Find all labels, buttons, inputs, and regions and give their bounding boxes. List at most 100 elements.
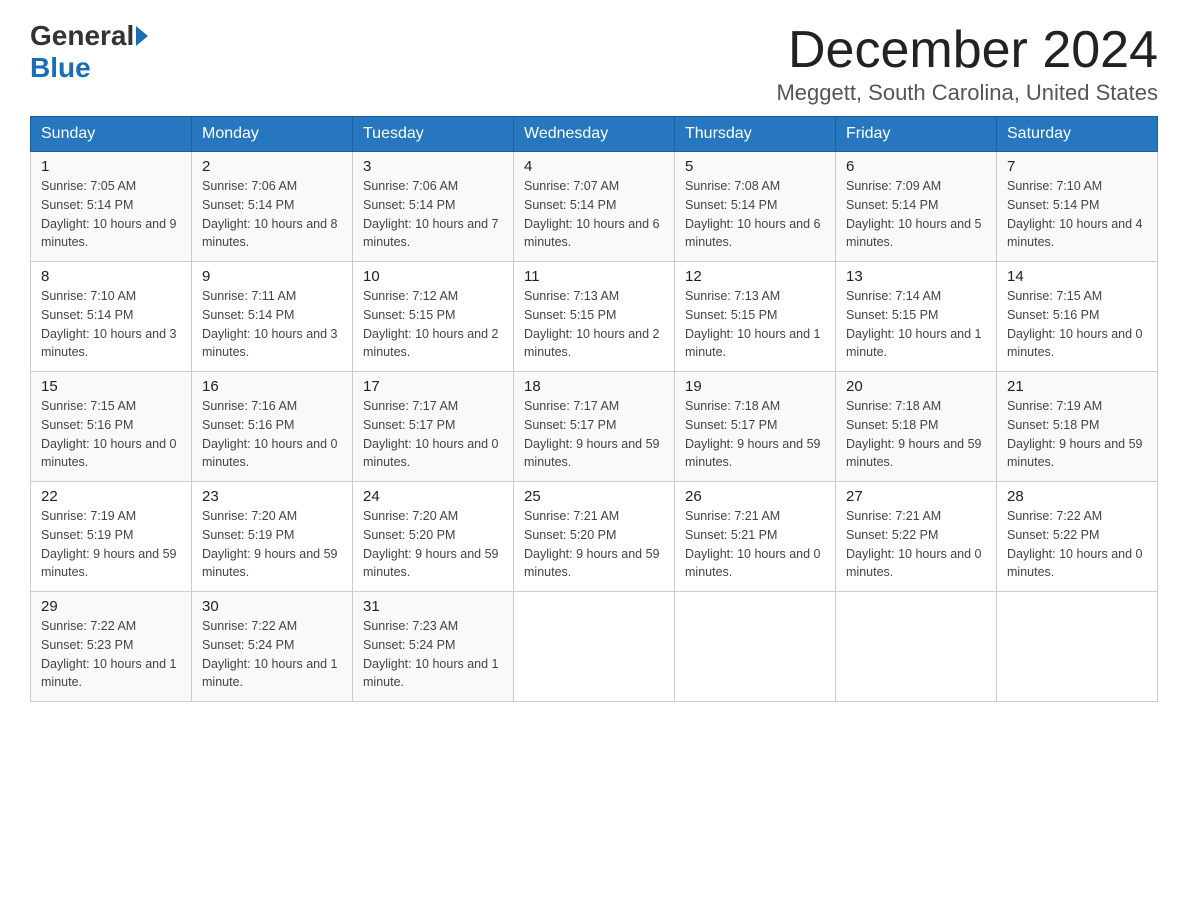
- calendar-cell: 18 Sunrise: 7:17 AMSunset: 5:17 PMDaylig…: [514, 372, 675, 482]
- day-info: Sunrise: 7:19 AMSunset: 5:18 PMDaylight:…: [1007, 399, 1143, 469]
- calendar-cell: 15 Sunrise: 7:15 AMSunset: 5:16 PMDaylig…: [31, 372, 192, 482]
- day-info: Sunrise: 7:19 AMSunset: 5:19 PMDaylight:…: [41, 509, 177, 579]
- day-number: 9: [202, 268, 342, 285]
- calendar-cell: 16 Sunrise: 7:16 AMSunset: 5:16 PMDaylig…: [192, 372, 353, 482]
- day-number: 10: [363, 268, 503, 285]
- calendar-cell: 6 Sunrise: 7:09 AMSunset: 5:14 PMDayligh…: [836, 152, 997, 262]
- day-info: Sunrise: 7:15 AMSunset: 5:16 PMDaylight:…: [1007, 289, 1143, 359]
- day-number: 23: [202, 488, 342, 505]
- day-info: Sunrise: 7:12 AMSunset: 5:15 PMDaylight:…: [363, 289, 499, 359]
- calendar-cell: 2 Sunrise: 7:06 AMSunset: 5:14 PMDayligh…: [192, 152, 353, 262]
- calendar-table: SundayMondayTuesdayWednesdayThursdayFrid…: [30, 116, 1158, 702]
- day-number: 2: [202, 158, 342, 175]
- day-number: 13: [846, 268, 986, 285]
- header-tuesday: Tuesday: [353, 117, 514, 152]
- calendar-cell: 1 Sunrise: 7:05 AMSunset: 5:14 PMDayligh…: [31, 152, 192, 262]
- day-info: Sunrise: 7:13 AMSunset: 5:15 PMDaylight:…: [685, 289, 821, 359]
- calendar-cell: [836, 592, 997, 702]
- day-info: Sunrise: 7:15 AMSunset: 5:16 PMDaylight:…: [41, 399, 177, 469]
- day-info: Sunrise: 7:22 AMSunset: 5:24 PMDaylight:…: [202, 619, 338, 689]
- day-info: Sunrise: 7:22 AMSunset: 5:22 PMDaylight:…: [1007, 509, 1143, 579]
- day-number: 12: [685, 268, 825, 285]
- day-number: 18: [524, 378, 664, 395]
- day-number: 14: [1007, 268, 1147, 285]
- day-number: 25: [524, 488, 664, 505]
- day-info: Sunrise: 7:10 AMSunset: 5:14 PMDaylight:…: [41, 289, 177, 359]
- day-info: Sunrise: 7:21 AMSunset: 5:21 PMDaylight:…: [685, 509, 821, 579]
- calendar-week-row: 1 Sunrise: 7:05 AMSunset: 5:14 PMDayligh…: [31, 152, 1158, 262]
- calendar-cell: 24 Sunrise: 7:20 AMSunset: 5:20 PMDaylig…: [353, 482, 514, 592]
- calendar-cell: 13 Sunrise: 7:14 AMSunset: 5:15 PMDaylig…: [836, 262, 997, 372]
- calendar-cell: 27 Sunrise: 7:21 AMSunset: 5:22 PMDaylig…: [836, 482, 997, 592]
- calendar-cell: 11 Sunrise: 7:13 AMSunset: 5:15 PMDaylig…: [514, 262, 675, 372]
- day-number: 17: [363, 378, 503, 395]
- calendar-cell: 26 Sunrise: 7:21 AMSunset: 5:21 PMDaylig…: [675, 482, 836, 592]
- calendar-cell: 14 Sunrise: 7:15 AMSunset: 5:16 PMDaylig…: [997, 262, 1158, 372]
- calendar-cell: 3 Sunrise: 7:06 AMSunset: 5:14 PMDayligh…: [353, 152, 514, 262]
- day-number: 30: [202, 598, 342, 615]
- day-number: 22: [41, 488, 181, 505]
- day-number: 28: [1007, 488, 1147, 505]
- day-number: 24: [363, 488, 503, 505]
- calendar-week-row: 8 Sunrise: 7:10 AMSunset: 5:14 PMDayligh…: [31, 262, 1158, 372]
- calendar-cell: 30 Sunrise: 7:22 AMSunset: 5:24 PMDaylig…: [192, 592, 353, 702]
- logo: General Blue: [30, 20, 150, 84]
- calendar-cell: 10 Sunrise: 7:12 AMSunset: 5:15 PMDaylig…: [353, 262, 514, 372]
- header-saturday: Saturday: [997, 117, 1158, 152]
- day-info: Sunrise: 7:18 AMSunset: 5:18 PMDaylight:…: [846, 399, 982, 469]
- day-number: 4: [524, 158, 664, 175]
- day-info: Sunrise: 7:16 AMSunset: 5:16 PMDaylight:…: [202, 399, 338, 469]
- calendar-cell: 5 Sunrise: 7:08 AMSunset: 5:14 PMDayligh…: [675, 152, 836, 262]
- header-thursday: Thursday: [675, 117, 836, 152]
- calendar-cell: 29 Sunrise: 7:22 AMSunset: 5:23 PMDaylig…: [31, 592, 192, 702]
- month-title: December 2024: [776, 20, 1158, 80]
- calendar-cell: 9 Sunrise: 7:11 AMSunset: 5:14 PMDayligh…: [192, 262, 353, 372]
- day-info: Sunrise: 7:14 AMSunset: 5:15 PMDaylight:…: [846, 289, 982, 359]
- calendar-cell: 21 Sunrise: 7:19 AMSunset: 5:18 PMDaylig…: [997, 372, 1158, 482]
- logo-general-text: General: [30, 20, 134, 52]
- calendar-week-row: 22 Sunrise: 7:19 AMSunset: 5:19 PMDaylig…: [31, 482, 1158, 592]
- day-number: 7: [1007, 158, 1147, 175]
- calendar-cell: [675, 592, 836, 702]
- calendar-cell: 17 Sunrise: 7:17 AMSunset: 5:17 PMDaylig…: [353, 372, 514, 482]
- calendar-week-row: 15 Sunrise: 7:15 AMSunset: 5:16 PMDaylig…: [31, 372, 1158, 482]
- calendar-cell: 12 Sunrise: 7:13 AMSunset: 5:15 PMDaylig…: [675, 262, 836, 372]
- day-info: Sunrise: 7:11 AMSunset: 5:14 PMDaylight:…: [202, 289, 338, 359]
- calendar-header-row: SundayMondayTuesdayWednesdayThursdayFrid…: [31, 117, 1158, 152]
- calendar-cell: 22 Sunrise: 7:19 AMSunset: 5:19 PMDaylig…: [31, 482, 192, 592]
- calendar-cell: 4 Sunrise: 7:07 AMSunset: 5:14 PMDayligh…: [514, 152, 675, 262]
- header-sunday: Sunday: [31, 117, 192, 152]
- day-number: 6: [846, 158, 986, 175]
- day-info: Sunrise: 7:06 AMSunset: 5:14 PMDaylight:…: [363, 179, 499, 249]
- day-number: 3: [363, 158, 503, 175]
- calendar-cell: [997, 592, 1158, 702]
- day-info: Sunrise: 7:22 AMSunset: 5:23 PMDaylight:…: [41, 619, 177, 689]
- title-section: December 2024 Meggett, South Carolina, U…: [776, 20, 1158, 106]
- day-info: Sunrise: 7:21 AMSunset: 5:22 PMDaylight:…: [846, 509, 982, 579]
- day-number: 8: [41, 268, 181, 285]
- day-info: Sunrise: 7:10 AMSunset: 5:14 PMDaylight:…: [1007, 179, 1143, 249]
- day-info: Sunrise: 7:09 AMSunset: 5:14 PMDaylight:…: [846, 179, 982, 249]
- day-number: 16: [202, 378, 342, 395]
- header-monday: Monday: [192, 117, 353, 152]
- day-number: 20: [846, 378, 986, 395]
- day-number: 27: [846, 488, 986, 505]
- day-info: Sunrise: 7:13 AMSunset: 5:15 PMDaylight:…: [524, 289, 660, 359]
- day-info: Sunrise: 7:21 AMSunset: 5:20 PMDaylight:…: [524, 509, 660, 579]
- day-info: Sunrise: 7:20 AMSunset: 5:20 PMDaylight:…: [363, 509, 499, 579]
- calendar-cell: 8 Sunrise: 7:10 AMSunset: 5:14 PMDayligh…: [31, 262, 192, 372]
- day-info: Sunrise: 7:06 AMSunset: 5:14 PMDaylight:…: [202, 179, 338, 249]
- day-number: 1: [41, 158, 181, 175]
- day-info: Sunrise: 7:07 AMSunset: 5:14 PMDaylight:…: [524, 179, 660, 249]
- page-header: General Blue December 2024 Meggett, Sout…: [30, 20, 1158, 106]
- day-number: 5: [685, 158, 825, 175]
- header-wednesday: Wednesday: [514, 117, 675, 152]
- calendar-cell: 31 Sunrise: 7:23 AMSunset: 5:24 PMDaylig…: [353, 592, 514, 702]
- day-info: Sunrise: 7:23 AMSunset: 5:24 PMDaylight:…: [363, 619, 499, 689]
- calendar-cell: 7 Sunrise: 7:10 AMSunset: 5:14 PMDayligh…: [997, 152, 1158, 262]
- calendar-cell: 23 Sunrise: 7:20 AMSunset: 5:19 PMDaylig…: [192, 482, 353, 592]
- day-info: Sunrise: 7:08 AMSunset: 5:14 PMDaylight:…: [685, 179, 821, 249]
- calendar-cell: 25 Sunrise: 7:21 AMSunset: 5:20 PMDaylig…: [514, 482, 675, 592]
- logo-arrow-icon: [136, 26, 148, 46]
- logo-blue-text: Blue: [30, 52, 91, 84]
